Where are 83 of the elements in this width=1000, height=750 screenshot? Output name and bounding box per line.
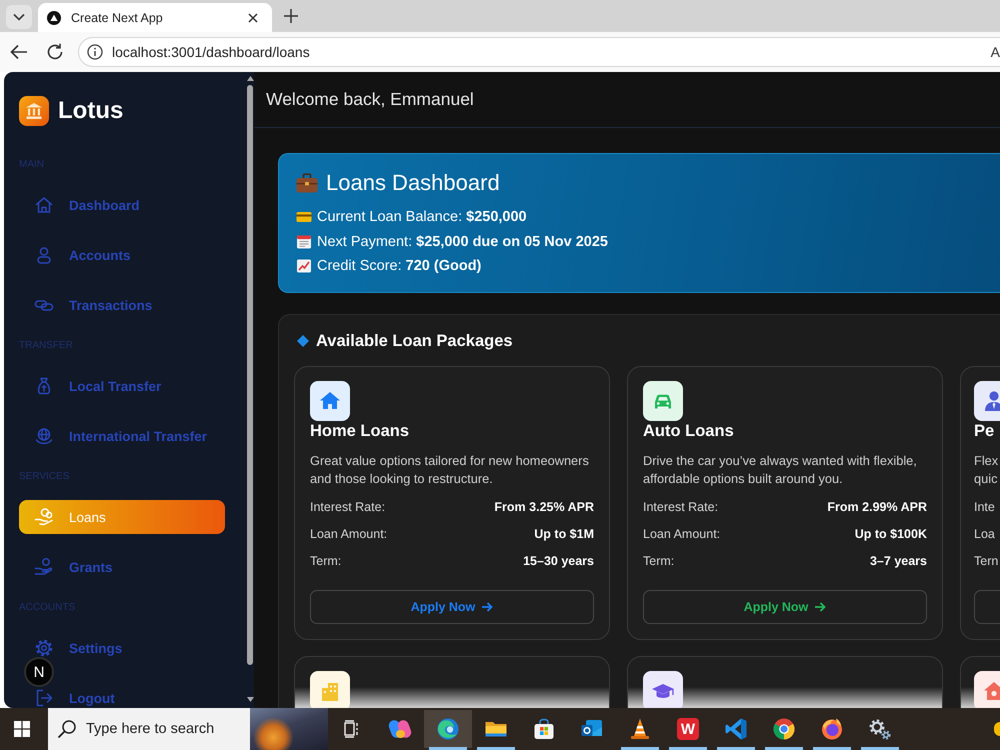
card-description: Drive the car you’ve always wanted with flexible, affordable options built around you. <box>643 452 918 488</box>
card-title: Auto Loans <box>643 421 735 441</box>
section-label: MAIN <box>19 159 45 171</box>
address-bar[interactable]: localhost:3001/dashboard/loans A <box>78 37 1000 67</box>
card-description: Flex quic <box>974 452 1000 488</box>
scroll-up-icon[interactable] <box>246 76 254 81</box>
browser-tab[interactable]: Create Next App <box>38 3 272 32</box>
traffic-cone-icon <box>628 717 652 741</box>
card-description: Great value options tailored for new homeowners and those looking to restructure. <box>310 452 590 488</box>
letter-tile-icon: W <box>677 718 699 740</box>
term-value: 3–7 years <box>870 554 927 568</box>
scroll-down-icon[interactable] <box>246 697 254 702</box>
nav-item[interactable]: Accounts <box>19 238 225 272</box>
nav-item[interactable]: Loans <box>19 500 225 534</box>
term-value: From 2.99% APR <box>827 500 927 514</box>
term-label: Tern <box>974 554 998 568</box>
search-icon <box>57 719 77 739</box>
nav-item[interactable]: Grants <box>19 550 225 584</box>
apply-button[interactable]: Apply Now <box>310 590 594 624</box>
term-value: Up to $100K <box>854 526 927 540</box>
term-label: Interest Rate: <box>643 500 718 514</box>
nav-item[interactable]: Dashboard <box>19 188 225 222</box>
home-icon <box>34 195 54 215</box>
summary-line: Credit Score: 720 (Good) <box>317 258 482 274</box>
welcome-text: Welcome back, Emmanuel <box>266 89 474 110</box>
credit-card-icon <box>296 210 312 224</box>
ribbon-icon <box>724 717 748 741</box>
nav-item[interactable]: Transactions <box>19 288 225 322</box>
scrollbar-thumb[interactable] <box>247 85 253 665</box>
panel-title: Available Loan Packages <box>316 332 513 350</box>
nav-item[interactable]: Local Transfer <box>19 369 225 403</box>
term-label: Term: <box>643 554 674 568</box>
brand-name: Lotus <box>58 97 124 125</box>
logout-icon <box>34 688 54 708</box>
wave-circle-icon <box>436 717 460 741</box>
card-title: Pe <box>974 421 996 441</box>
settings-icon <box>34 638 54 658</box>
fox-circle-icon <box>820 717 844 741</box>
triangle-logo-icon <box>47 10 61 24</box>
info-icon[interactable] <box>87 44 103 60</box>
search-field[interactable]: Type here to search <box>48 708 328 750</box>
rising-chart-icon <box>296 259 312 274</box>
card-title: Home Loans <box>310 421 410 441</box>
term-label: Loan Amount: <box>310 526 388 540</box>
coins-hand-icon <box>34 507 54 527</box>
summary-line: Current Loan Balance: $250,000 <box>317 209 527 226</box>
shopping-bag-icon <box>532 717 556 741</box>
taskbar-app-button[interactable]: W <box>664 708 712 750</box>
summary-title: Loans Dashboard <box>326 170 500 196</box>
swirl-icon <box>388 717 412 741</box>
briefcase-icon <box>296 173 318 193</box>
term-label: Interest Rate: <box>310 500 386 514</box>
nav-item[interactable]: International Transfer <box>19 419 225 453</box>
tab-search-button[interactable] <box>6 4 32 28</box>
term-value: 15–30 years <box>523 554 594 568</box>
chevron-down-icon <box>13 12 25 20</box>
ring-segments-icon <box>772 717 796 741</box>
term-value: From 3.25% APR <box>494 500 594 514</box>
section-label: ACCOUNTS <box>19 602 76 614</box>
bank-logo-icon <box>19 96 49 126</box>
section-label: SERVICES <box>19 471 70 483</box>
term-label: Loan Amount: <box>643 526 720 540</box>
arrow-right-icon <box>814 601 826 613</box>
globe-icon <box>34 426 54 446</box>
close-icon[interactable] <box>248 12 258 22</box>
term-label: Loa <box>974 526 995 540</box>
summary-line: Next Payment: $25,000 due on 05 Nov 2025 <box>317 234 608 250</box>
read-aloud-button[interactable]: A <box>990 44 1000 60</box>
section-label: TRANSFER <box>19 340 74 352</box>
hand-coin-icon <box>34 557 54 577</box>
plus-icon[interactable] <box>284 9 298 23</box>
tray-icon[interactable] <box>994 722 1000 736</box>
term-label: Term: <box>310 554 342 568</box>
four-panes-icon[interactable] <box>14 721 30 737</box>
back-arrow-icon[interactable] <box>10 44 28 60</box>
gears-icon <box>868 717 892 741</box>
reload-icon[interactable] <box>46 43 64 61</box>
term-value: Up to $1M <box>534 526 594 540</box>
arrow-right-icon <box>481 601 494 613</box>
calendar-icon <box>296 234 312 249</box>
diamond-icon <box>297 335 309 347</box>
apply-button[interactable]: Apply Now <box>643 590 927 624</box>
term-label: Inte <box>974 500 995 514</box>
